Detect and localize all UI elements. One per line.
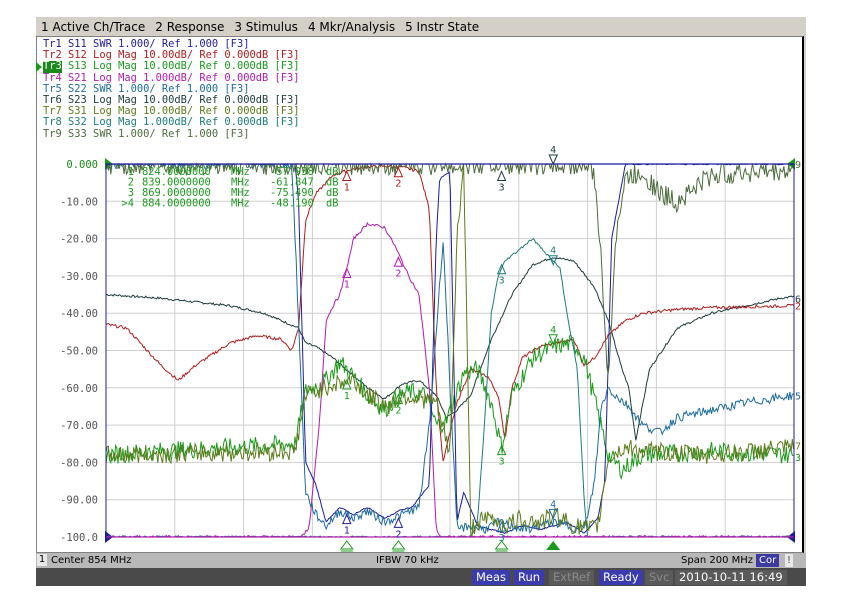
y-tick-label: -100.0 [60,532,98,544]
y-tick-label: -30.00 [60,271,98,283]
meas-indicator: Meas [472,570,511,585]
y-tick-label: -90.00 [60,495,98,507]
marker-label: 1 [344,526,350,537]
frequency-span[interactable]: Span 200 MHz [681,554,753,567]
menu-active-ch-trace[interactable]: 1 Active Ch/Trace [36,20,150,34]
marker-readout-unit: MHz [231,198,250,210]
active-trace-arrow-icon [36,62,42,73]
channel-window: 0.000 -10.00 -20.00 -30.00 -40.00 -50.00 -60.0… [36,36,804,553]
y-tick-label: -60.00 [60,383,98,395]
trace-end-label: 9 [795,160,801,171]
center-frequency[interactable]: Center 854 MHz [51,554,132,567]
trace-legend: Tr1 S11 SWR 1.000/ Ref 1.000 [F3] Tr2 S12… [36,38,300,140]
trace-settings[interactable]: S22 SWR 1.000/ Ref 1.000 [F3] [62,83,249,95]
marker-label: 2 [395,179,401,190]
trace-settings[interactable]: S23 Log Mag 10.00dB/ Ref 0.000dB [F3] [62,94,299,106]
trace-settings[interactable]: S31 Log Mag 10.00dB/ Ref 0.000dB [F3] [62,105,299,117]
trace-id[interactable]: Tr8 [43,117,62,128]
marker-label: 1 [344,279,350,290]
trace-settings[interactable]: S13 Log Mag 10.00dB/ Ref 0.000dB [F3] [62,60,299,72]
channel-status-bar: 1 Center 854 MHz IFBW 70 kHz Span 200 MH… [36,553,806,568]
trace-end-label: 3 [795,453,801,464]
marker-label: 3 [499,533,505,544]
active-marker-indicator-icon[interactable] [546,541,561,550]
menu-bar: 1 Active Ch/Trace 2 Response 3 Stimulus … [36,17,806,36]
marker-triangle-icon[interactable] [496,170,507,181]
marker-readout-label: >4 [121,198,134,210]
trace-id[interactable]: Tr9 [43,128,62,140]
marker-readout-vunit: dB [326,198,339,210]
y-tick-label: -10.00 [60,196,98,208]
y-tick-label: -50.00 [60,346,98,358]
marker-label: 4 [550,246,556,257]
date-time: 2010-10-11 16:49 [675,570,787,585]
correction-badge: Cor [756,554,780,567]
trace-settings[interactable]: S21 Log Mag 1.000dB/ Ref 0.000dB [F3] [62,72,299,84]
y-tick-label: -20.00 [60,234,98,246]
marker-indicator-icon[interactable] [391,540,406,550]
y-tick-label: -40.00 [60,308,98,320]
marker-triangle-icon[interactable] [342,170,352,181]
menu-mkr-analysis[interactable]: 4 Mkr/Analysis [303,20,400,34]
marker-readout-freq: 884.0000000 [142,198,211,210]
trace-settings[interactable]: S32 Log Mag 1.000dB/ Ref 0.000dB [F3] [62,116,299,128]
run-indicator: Run [514,570,545,585]
marker-label: 3 [499,276,505,287]
marker-label: 3 [499,457,505,468]
marker-label: 4 [550,145,556,156]
menu-response[interactable]: 2 Response [150,20,229,34]
svc-indicator: Svc [645,570,674,585]
vna-application: 1 Active Ch/Trace 2 Response 3 Stimulus … [36,17,806,586]
trace-end-label: 7 [795,442,801,453]
menu-instr-state[interactable]: 5 Instr State [400,20,484,34]
trace-id[interactable]: Tr3 [43,61,62,73]
trace-settings[interactable]: S11 SWR 1.000/ Ref 1.000 [F3] [62,38,249,50]
marker-indicator-icon[interactable] [339,540,354,550]
y-tick-label: 0.000 [66,159,98,171]
marker-triangle-icon[interactable] [548,154,558,166]
y-tick-label: -80.00 [60,457,98,469]
marker-readout-value: -48.190 [270,198,314,210]
marker-label: 4 [550,325,556,336]
marker-label: 1 [344,182,350,193]
instrument-status-bar: Meas Run ExtRef Ready Svc 2010-10-11 16:… [36,568,806,586]
trace-end-label: 5 [795,391,801,402]
extref-indicator: ExtRef [549,570,595,585]
marker-triangle-icon[interactable] [393,517,404,528]
marker-label: 2 [395,268,401,279]
marker-label: 1 [344,391,350,402]
marker-label: 2 [395,529,401,540]
trace-legend-row[interactable]: Tr9 S33 SWR 1.000/ Ref 1.000 [F3] [43,128,300,140]
marker-label: 3 [499,182,505,193]
ready-indicator: Ready [599,570,643,585]
marker-label: 4 [550,499,556,510]
trace-end-label: 2 [795,302,801,313]
marker-label: 2 [395,406,401,417]
trace-settings[interactable]: S12 Log Mag 10.00dB/ Ref 0.000dB [F3] [62,49,299,61]
trace-settings[interactable]: S33 SWR 1.000/ Ref 1.000 [F3] [62,128,249,140]
menu-stimulus[interactable]: 3 Stimulus [229,20,303,34]
channel-number[interactable]: 1 [37,554,47,566]
warning-indicator: ! [785,554,794,567]
if-bandwidth[interactable]: IFBW 70 kHz [376,554,439,567]
y-tick-label: -70.00 [60,420,98,432]
